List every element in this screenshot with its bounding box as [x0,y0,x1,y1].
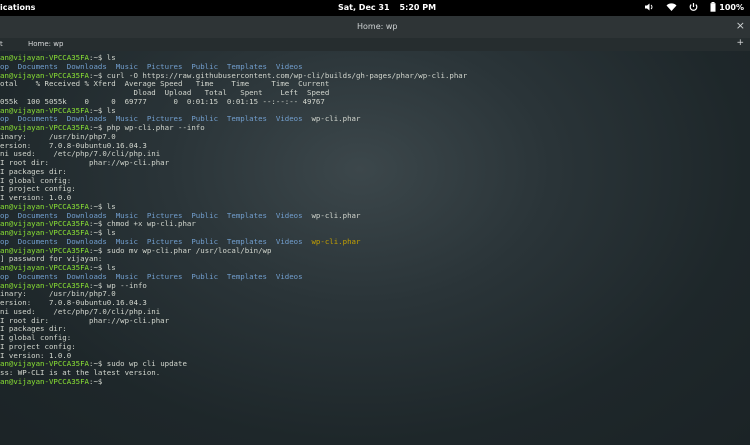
terminal-text: inary: /usr/bin/php7.0 [0,131,116,141]
terminal-text: an@vijayan-VPCCA35FA [0,70,89,80]
terminal-text: :~$ php wp-cli.phar --info [89,123,205,132]
terminal-text: an@vijayan-VPCCA35FA [0,123,89,132]
terminal-text: an@vijayan-VPCCA35FA [0,245,89,255]
terminal-text: an@vijayan-VPCCA35FA [0,53,89,62]
terminal-text: wp-cli.phar [311,236,361,246]
close-icon[interactable]: × [736,19,745,32]
terminal-text: :~$ ls [89,105,116,115]
terminal-line: an@vijayan-VPCCA35FA:~$ [0,376,467,387]
terminal-line: I root dir: phar://wp-cli.phar [0,158,467,168]
volume-icon[interactable] [644,2,654,12]
window-title: Home: wp [357,22,398,31]
terminal-text: ] password for vijayan: [0,254,103,264]
terminal-text: I root dir: phar://wp-cli.phar [0,158,170,167]
terminal-text: an@vijayan-VPCCA35FA [0,280,89,290]
terminal-text: ni used: /etc/php/7.0/cli/php.ini [0,306,161,316]
battery-indicator[interactable]: 100% [710,2,744,12]
terminal-text: otal % Received % Xferd Average Speed Ti… [0,79,330,89]
top-panel: ications Sat, Dec 31 5:20 PM 100% [0,0,750,16]
terminal-text: op Documents Downloads Music Pictures Pu… [0,61,303,71]
terminal-text: :~$ ls [89,201,116,211]
terminal-text: op Documents Downloads Music Pictures Pu… [0,210,312,220]
terminal-text: ss: WP-CLI is at the latest version. [0,368,161,377]
terminal-text: an@vijayan-VPCCA35FA [0,376,89,386]
terminal-text: :~$ curl -O https://raw.githubuserconten… [89,70,468,80]
terminal-text: ni used: /etc/php/7.0/cli/php.ini [0,149,161,159]
system-tray[interactable]: 100% [644,2,744,12]
terminal-text: I global config: [0,333,72,342]
tab-previous[interactable]: t [0,40,3,48]
new-tab-icon[interactable]: + [736,38,744,48]
activities-button[interactable]: ications [0,3,35,12]
terminal-text: I version: 1.0.0 [0,193,72,202]
terminal-text: I project config: [0,341,76,351]
wifi-icon[interactable] [666,2,677,12]
terminal-text: an@vijayan-VPCCA35FA [0,219,89,229]
terminal-text: op Documents Downloads Music Pictures Pu… [0,236,312,246]
clock[interactable]: Sat, Dec 31 5:20 PM [338,3,446,12]
tab-home-wp[interactable]: Home: wp [28,40,63,48]
terminal-text: op Documents Downloads Music Pictures Pu… [0,114,312,124]
battery-icon [710,2,716,12]
power-icon[interactable] [689,2,698,12]
window-titlebar[interactable]: Home: wp × [0,16,750,39]
terminal-text: I packages dir: [0,324,67,334]
terminal-text: I global config: [0,175,72,185]
terminal-text: an@vijayan-VPCCA35FA [0,228,89,237]
terminal-text: :~$ [89,376,107,386]
terminal-text: I packages dir: [0,166,67,176]
terminal-text: I root dir: phar://wp-cli.phar [0,315,170,325]
tab-bar: t Home: wp + [0,38,750,51]
terminal-text: :~$ ls [89,228,116,237]
terminal-text: an@vijayan-VPCCA35FA [0,201,89,211]
terminal-text: an@vijayan-VPCCA35FA [0,263,89,272]
clock-date: Sat, Dec 31 [338,3,390,12]
terminal-text: I version: 1.0.0 [0,350,72,360]
terminal-text: ersion: 7.0.8-0ubuntu0.16.04.3 [0,298,147,307]
terminal-output[interactable]: an@vijayan-VPCCA35FA:~$ ls op Documents D… [0,51,750,445]
terminal-line: I root dir: phar://wp-cli.phar [0,315,467,326]
terminal-text: :~$ wp --info [89,280,147,290]
terminal-text: :~$ sudo mv wp-cli.phar /usr/local/bin/w… [89,245,272,255]
terminal-text: an@vijayan-VPCCA35FA [0,359,89,369]
terminal-text: I project config: [0,184,76,194]
terminal-text: wp-cli.phar [311,210,361,220]
terminal-text: ersion: 7.0.8-0ubuntu0.16.04.3 [0,140,147,150]
terminal-text: an@vijayan-VPCCA35FA [0,105,89,115]
terminal-text: op Documents Downloads Music Pictures Pu… [0,271,303,281]
terminal-text: :~$ chmod +x wp-cli.phar [89,219,196,229]
terminal-lines: an@vijayan-VPCCA35FA:~$ ls op Documents D… [0,53,468,387]
terminal-text: :~$ ls [89,263,116,272]
terminal-text: 055k 100 5055k 0 0 69777 0 0:01:15 0:01:… [0,96,325,106]
terminal-text: Dload Upload Total Spent Left Speed [0,88,330,97]
terminal-text: :~$ ls [89,53,116,62]
terminal-text: inary: /usr/bin/php7.0 [0,289,116,299]
terminal-text: :~$ sudo wp cli update [89,359,187,369]
battery-percent: 100% [719,2,744,12]
clock-time: 5:20 PM [399,3,437,12]
terminal-text: wp-cli.phar [311,114,361,124]
